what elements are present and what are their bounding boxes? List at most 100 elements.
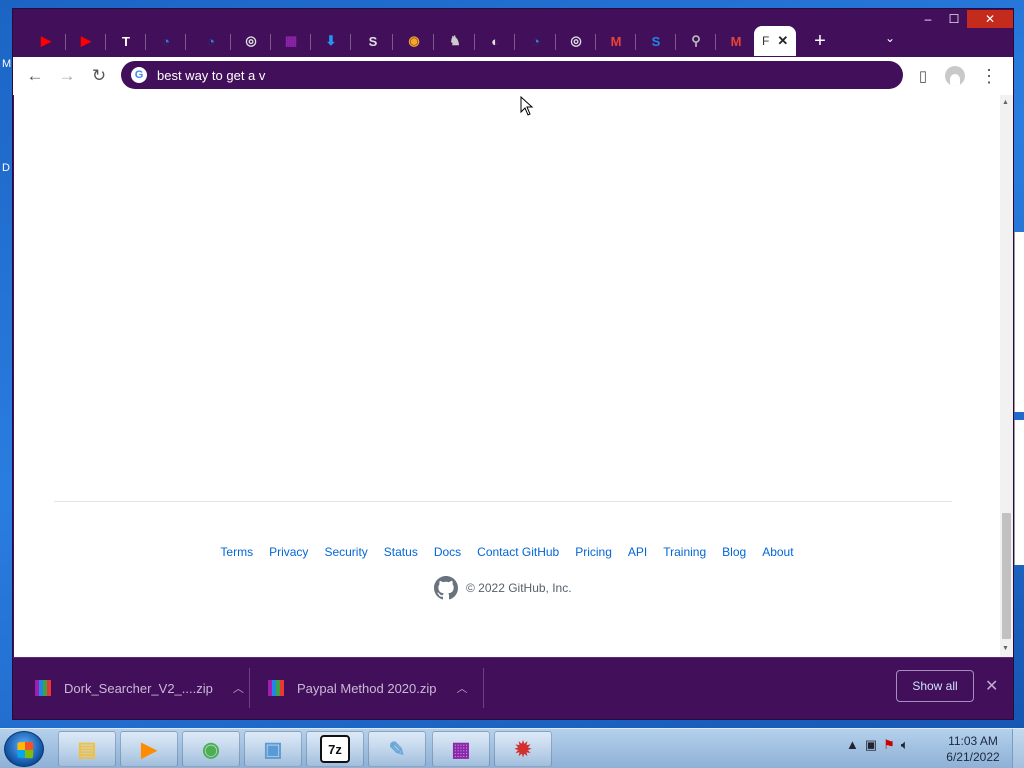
tab[interactable]: ◎ — [231, 26, 271, 56]
zip-file-icon — [268, 680, 284, 696]
chrome-icon: ◎ — [245, 33, 257, 48]
tab[interactable]: M — [596, 26, 636, 56]
page-scrollbar[interactable]: ▲ ▼ — [1000, 95, 1013, 657]
taskbar-app-7zip[interactable]: 7z — [306, 731, 364, 767]
footer-link-pricing[interactable]: Pricing — [575, 545, 612, 559]
desktop-letter: M — [2, 58, 12, 70]
tab-title: F — [762, 34, 770, 48]
tab-separator — [230, 34, 231, 50]
tab[interactable]: M — [716, 26, 756, 56]
close-download-bar-icon[interactable]: ✕ — [985, 676, 998, 696]
download-filename: Dork_Searcher_V2_....zip — [64, 680, 213, 696]
show-all-button[interactable]: Show all — [896, 670, 974, 702]
desktop-letter: D — [2, 162, 10, 174]
tab[interactable]: ▦ — [271, 26, 311, 56]
download-item[interactable]: Paypal Method 2020.zip ︿ — [268, 658, 467, 718]
t-icon: T — [122, 33, 130, 49]
chevron-up-icon[interactable]: ︿ — [456, 680, 467, 696]
volume-icon[interactable]: 🔈︎ — [901, 737, 909, 753]
browser-toolbar: ← → ↻ G best way to get a v ▯ ⋮ — [13, 57, 1013, 95]
taskbar-app-file-explorer[interactable]: ▤ — [58, 731, 116, 767]
taskbar-app-winrar[interactable]: ▦ — [432, 731, 490, 767]
download-shelf: Dork_Searcher_V2_....zip ︿ Paypal Method… — [13, 657, 1013, 719]
search-icon: ⚲ — [691, 33, 701, 48]
globe-icon: ◐ — [491, 33, 499, 49]
footer-link-status[interactable]: Status — [384, 545, 418, 559]
footer-link-about[interactable]: About — [762, 545, 793, 559]
tab[interactable]: ♞ — [435, 26, 475, 56]
taskbar-app-media-player[interactable]: ▶ — [120, 731, 178, 767]
youtube-icon: ▶ — [81, 33, 91, 48]
github-icon[interactable] — [434, 576, 458, 600]
tab[interactable]: S — [636, 26, 676, 56]
tab[interactable]: ◎ — [556, 26, 596, 56]
address-bar[interactable]: G best way to get a v — [121, 61, 903, 89]
side-panel-icon[interactable]: ▯ — [911, 64, 935, 88]
reload-button[interactable]: ↻ — [87, 64, 111, 88]
copyright-text: © 2022 GitHub, Inc. — [466, 581, 572, 595]
page-content: Terms Privacy Security Status Docs Contact Gi… — [14, 95, 1000, 657]
footer-link-docs[interactable]: Docs — [434, 545, 461, 559]
system-clock[interactable]: 11:03 AM 6/21/2022 — [940, 733, 1006, 765]
tab[interactable]: ⬇ — [311, 26, 351, 56]
profile-button[interactable] — [943, 64, 967, 88]
close-tab-icon[interactable]: ✕ — [777, 33, 788, 49]
scrollbar-thumb[interactable] — [1002, 513, 1011, 639]
menu-button[interactable]: ⋮ — [977, 64, 1001, 88]
tab[interactable]: ▶ — [66, 26, 106, 56]
footer-link-contact-github[interactable]: Contact GitHub — [477, 545, 559, 559]
tab-active[interactable]: F ✕ — [754, 26, 796, 56]
download-item[interactable]: Dork_Searcher_V2_....zip ︿ — [35, 658, 244, 718]
footer-link-privacy[interactable]: Privacy — [269, 545, 308, 559]
tab-separator — [595, 34, 596, 50]
gmail-icon: M — [730, 33, 742, 49]
network-icon[interactable]: ▣ — [865, 737, 877, 753]
forward-button[interactable]: → — [55, 64, 79, 88]
address-bar-text: best way to get a v — [157, 67, 266, 83]
action-center-icon[interactable]: ⚑ — [883, 737, 895, 753]
media-player-icon: ▶ — [141, 738, 157, 761]
tab-separator — [555, 34, 556, 50]
show-hidden-icons-icon[interactable]: ▲ — [846, 737, 859, 753]
control-panel-icon: ▣ — [263, 738, 283, 761]
footer-divider — [54, 501, 952, 502]
footer-link-security[interactable]: Security — [324, 545, 367, 559]
tab-search-button[interactable]: ⌄ — [885, 31, 895, 45]
tab-separator — [145, 34, 146, 50]
tab[interactable]: ⚲ — [676, 26, 716, 56]
footer-link-blog[interactable]: Blog — [722, 545, 746, 559]
tab-separator — [392, 34, 393, 50]
footer-link-api[interactable]: API — [628, 545, 647, 559]
tab[interactable]: S — [353, 26, 393, 56]
chrome-icon: ◎ — [570, 33, 582, 48]
taskbar-app-bug-app[interactable]: ✹ — [494, 731, 552, 767]
show-desktop-button[interactable] — [1012, 729, 1024, 768]
tab-separator — [65, 34, 66, 50]
scroll-down-icon[interactable]: ▼ — [1002, 645, 1009, 652]
notepad-icon: ✎ — [388, 738, 406, 761]
tab-separator — [635, 34, 636, 50]
tab[interactable]: ◐ — [475, 26, 515, 56]
chrome-icon: ◉ — [202, 738, 220, 761]
new-tab-button[interactable]: + — [809, 29, 831, 53]
tab[interactable]: ◔ — [516, 26, 556, 56]
bug-app-icon: ✹ — [514, 738, 532, 761]
back-button[interactable]: ← — [23, 64, 47, 88]
youtube-icon: ▶ — [41, 33, 51, 48]
tab-separator — [433, 34, 434, 50]
footer-link-terms[interactable]: Terms — [220, 545, 253, 559]
taskbar-app-control-panel[interactable]: ▣ — [244, 731, 302, 767]
tab[interactable]: ▶ — [26, 26, 66, 56]
footer-link-training[interactable]: Training — [663, 545, 706, 559]
chevron-up-icon[interactable]: ︿ — [233, 680, 244, 696]
start-button[interactable] — [4, 731, 44, 767]
taskbar: ▲ ▣ ⚑ 🔈︎ 11:03 AM 6/21/2022 ▤ ▶ ◉ ▣ 7z ✎ ▦ ✹ — [0, 728, 1024, 768]
taskbar-app-chrome[interactable]: ◉ — [182, 731, 240, 767]
scroll-up-icon[interactable]: ▲ — [1002, 99, 1009, 106]
taskbar-app-notepad[interactable]: ✎ — [368, 731, 426, 767]
tab[interactable]: T — [106, 26, 146, 56]
tab[interactable]: ◔ — [146, 26, 186, 56]
tab[interactable]: ◉ — [394, 26, 434, 56]
tab[interactable]: ◔ — [191, 26, 231, 56]
system-tray: ▲ ▣ ⚑ 🔈︎ — [846, 737, 909, 753]
